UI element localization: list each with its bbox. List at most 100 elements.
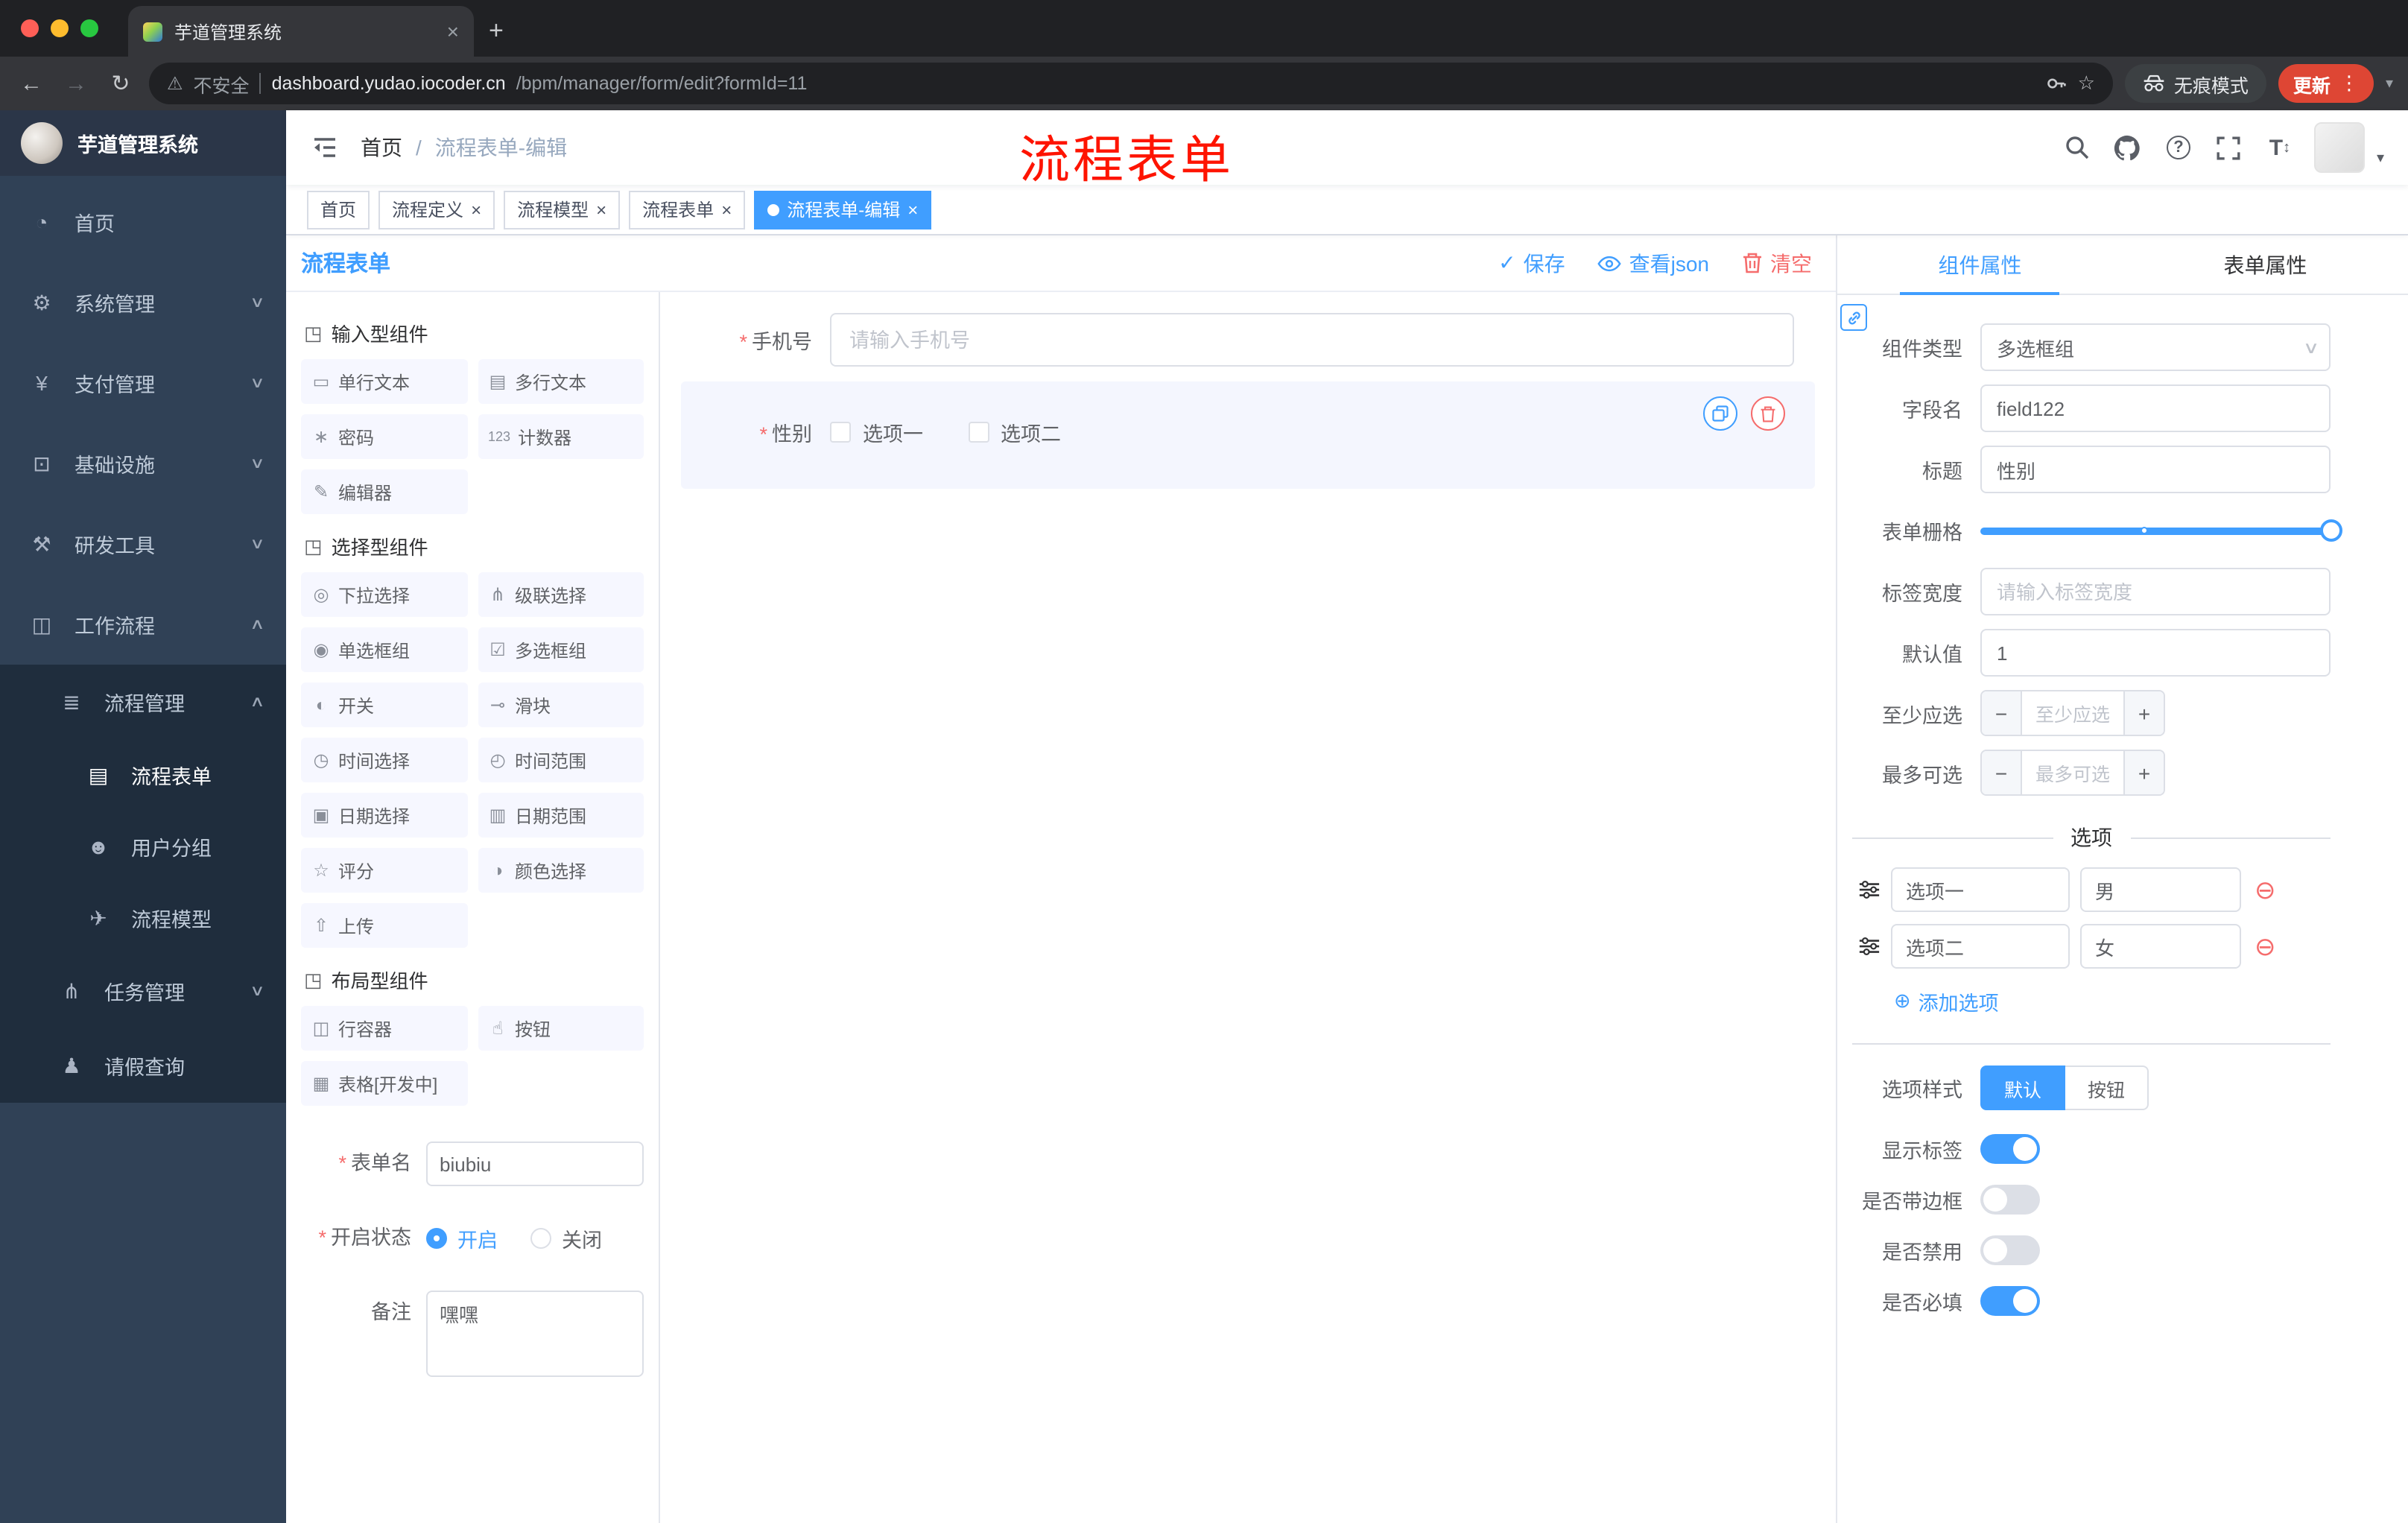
copy-item-button[interactable]	[1703, 396, 1737, 431]
status-radio-off[interactable]: 关闭	[530, 1223, 602, 1253]
title-input[interactable]	[1980, 446, 2331, 493]
url-path[interactable]: /bpm/manager/form/edit?formId=11	[516, 73, 808, 94]
form-name-input[interactable]	[426, 1142, 644, 1186]
github-icon[interactable]	[2111, 131, 2144, 164]
default-value-input[interactable]	[1980, 629, 2331, 677]
stepper-decrease-button[interactable]: −	[1982, 691, 2022, 735]
update-button[interactable]: 更新 ⋮	[2278, 64, 2374, 103]
palette-item-upload[interactable]: ⇧ 上传	[301, 903, 467, 948]
option-label-input[interactable]	[1891, 924, 2070, 969]
palette-item-checkbox-group[interactable]: ☑ 多选框组	[478, 627, 644, 672]
sidebar-item-home[interactable]: ◔ 首页	[0, 182, 286, 262]
tag-process-form-edit[interactable]: 流程表单-编辑 ×	[754, 190, 932, 229]
url-domain[interactable]: dashboard.yudao.iocoder.cn	[272, 73, 506, 94]
label-width-input[interactable]	[1980, 568, 2331, 615]
palette-item-date-range[interactable]: ▥ 日期范围	[478, 793, 644, 838]
sidebar-logo[interactable]: 芋道管理系统	[0, 110, 286, 176]
option-value-input[interactable]	[2080, 867, 2241, 912]
border-switch[interactable]	[1980, 1185, 2040, 1215]
sidebar-item-devtools[interactable]: ⚒ 研发工具 ∨	[0, 504, 286, 584]
status-radio-on[interactable]: 开启	[426, 1223, 498, 1253]
stepper-decrease-button[interactable]: −	[1982, 751, 2022, 794]
sidebar-item-user-group[interactable]: ☻ 用户分组	[0, 811, 286, 882]
window-minimize-button[interactable]	[51, 19, 69, 37]
slider-track[interactable]	[1980, 519, 2342, 542]
window-zoom-button[interactable]	[80, 19, 98, 37]
palette-item-row-container[interactable]: ◫ 行容器	[301, 1006, 467, 1051]
option-value-input[interactable]	[2080, 924, 2241, 969]
tag-close-icon[interactable]: ×	[596, 199, 606, 220]
checkbox-box[interactable]	[830, 422, 851, 443]
gender-option-2[interactable]: 选项二	[968, 417, 1061, 447]
sidebar-item-system[interactable]: ⚙ 系统管理 ∨	[0, 262, 286, 343]
remove-option-icon[interactable]: ⊖	[2255, 934, 2276, 959]
hamburger-icon[interactable]	[310, 133, 340, 162]
stepper-value[interactable]: 至少应选	[2022, 691, 2123, 735]
checkbox-box[interactable]	[968, 422, 989, 443]
option-label-input[interactable]	[1891, 867, 2070, 912]
breadcrumb-home[interactable]: 首页	[361, 133, 402, 162]
stepper-increase-button[interactable]: +	[2123, 691, 2164, 735]
save-button[interactable]: ✓ 保存	[1498, 248, 1565, 278]
tab-close-icon[interactable]: ×	[447, 21, 459, 42]
fullscreen-icon[interactable]	[2213, 131, 2246, 164]
palette-item-color-picker[interactable]: ◑ 颜色选择	[478, 848, 644, 893]
palette-item-editor[interactable]: ✎ 编辑器	[301, 469, 467, 514]
browser-menu-icon[interactable]: ⋮	[2339, 72, 2359, 95]
add-option-button[interactable]: ⊕ 添加选项	[1894, 987, 2331, 1016]
reload-icon[interactable]: ↻	[104, 70, 137, 97]
palette-item-select[interactable]: ◎ 下拉选择	[301, 572, 467, 617]
tag-process-definition[interactable]: 流程定义 ×	[378, 190, 495, 229]
forward-icon[interactable]: →	[60, 71, 92, 96]
component-type-select[interactable]: 多选框组 ∨	[1980, 323, 2331, 371]
toolbar-caret-icon[interactable]: ▾	[2386, 75, 2393, 92]
sidebar-item-infrastructure[interactable]: ⊡ 基础设施 ∨	[0, 423, 286, 504]
disabled-switch[interactable]	[1980, 1235, 2040, 1265]
search-icon[interactable]	[2061, 131, 2094, 164]
tag-process-form[interactable]: 流程表单 ×	[629, 190, 746, 229]
palette-item-time-picker[interactable]: ◷ 时间选择	[301, 738, 467, 782]
address-bar[interactable]: ⚠ 不安全 dashboard.yudao.iocoder.cn /bpm/ma…	[149, 63, 2113, 104]
canvas-item-gender-selected[interactable]: * 性别 选项一 选项二	[681, 381, 1815, 489]
drag-handle-icon[interactable]	[1858, 879, 1881, 900]
remove-option-icon[interactable]: ⊖	[2255, 877, 2276, 902]
phone-input[interactable]	[830, 313, 1794, 367]
palette-item-counter[interactable]: 123 计数器	[478, 414, 644, 459]
tag-home[interactable]: 首页	[307, 190, 370, 229]
sidebar-item-leave-query[interactable]: ♟ 请假查询	[0, 1028, 286, 1103]
style-default-button[interactable]: 默认	[1980, 1066, 2066, 1110]
browser-tab[interactable]: 芋道管理系统 ×	[128, 6, 474, 57]
tag-close-icon[interactable]: ×	[471, 199, 481, 220]
tag-close-icon[interactable]: ×	[907, 199, 918, 220]
field-name-input[interactable]	[1980, 384, 2331, 432]
sidebar-item-process-management[interactable]: ≣ 流程管理 ∧	[0, 665, 286, 739]
palette-item-table[interactable]: ▦ 表格[开发中]	[301, 1061, 467, 1106]
required-switch[interactable]	[1980, 1286, 2040, 1316]
tag-close-icon[interactable]: ×	[721, 199, 732, 220]
palette-item-time-range[interactable]: ◴ 时间范围	[478, 738, 644, 782]
link-icon[interactable]	[1840, 304, 1867, 331]
palette-item-button[interactable]: ☝ 按钮	[478, 1006, 644, 1051]
tag-process-model[interactable]: 流程模型 ×	[504, 190, 621, 229]
clear-button[interactable]: 清空	[1742, 248, 1812, 278]
avatar-caret-icon[interactable]: ▾	[2377, 150, 2384, 166]
drag-handle-icon[interactable]	[1858, 936, 1881, 957]
window-close-button[interactable]	[21, 19, 39, 37]
palette-item-date-picker[interactable]: ▣ 日期选择	[301, 793, 467, 838]
gender-option-1[interactable]: 选项一	[830, 417, 923, 447]
tab-form-props[interactable]: 表单属性	[2123, 235, 2408, 294]
password-key-icon[interactable]	[2047, 73, 2068, 94]
sidebar-item-workflow[interactable]: ◫ 工作流程 ∧	[0, 584, 286, 665]
help-icon[interactable]: ?	[2162, 131, 2195, 164]
sidebar-item-process-model[interactable]: ✈ 流程模型	[0, 882, 286, 954]
stepper-value[interactable]: 最多可选	[2022, 751, 2123, 794]
tab-component-props[interactable]: 组件属性	[1837, 235, 2123, 295]
style-button-button[interactable]: 按钮	[2065, 1066, 2149, 1110]
avatar[interactable]	[2313, 122, 2365, 173]
palette-item-text-field[interactable]: ▭ 单行文本	[301, 359, 467, 404]
form-grid-slider[interactable]	[1980, 507, 2342, 554]
sidebar-item-process-form[interactable]: ▤ 流程表单	[0, 739, 286, 811]
view-json-button[interactable]: 查看json	[1597, 248, 1709, 278]
palette-item-switch[interactable]: ◐ 开关	[301, 683, 467, 727]
form-canvas[interactable]: * 手机号 请输入手机号 * 性别 选项一 选项二	[660, 292, 1836, 1523]
